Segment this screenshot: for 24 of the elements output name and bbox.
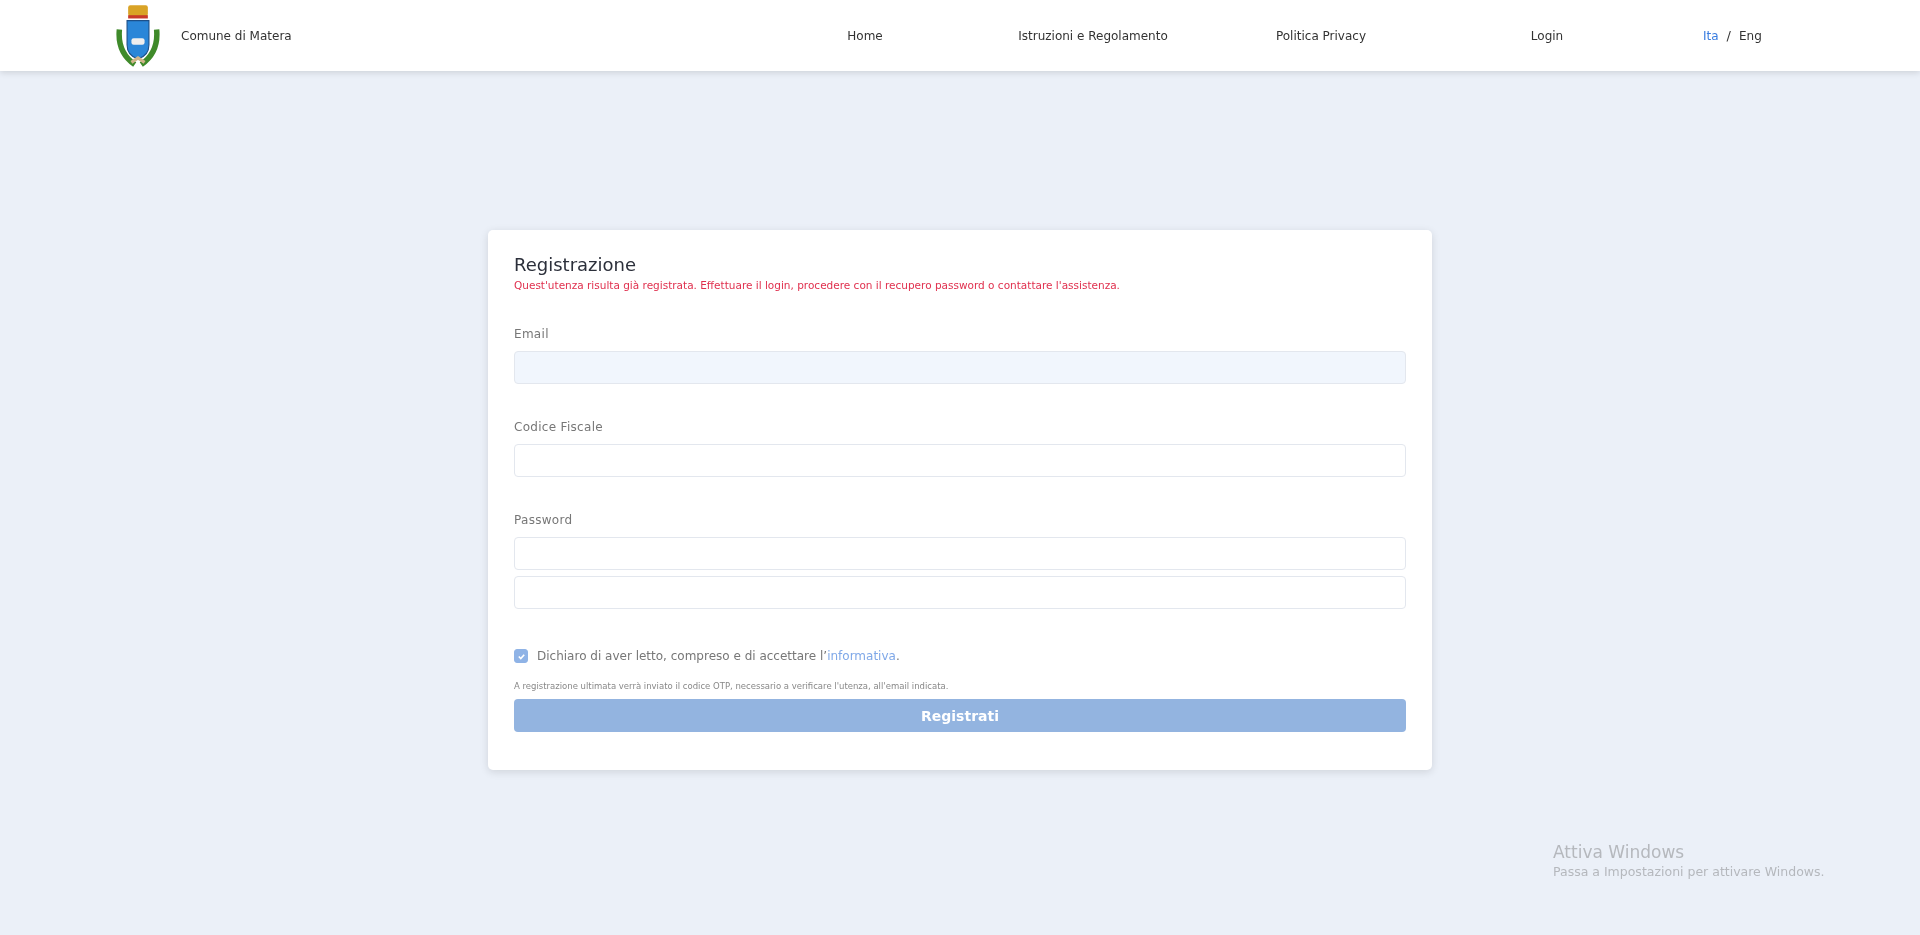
- input-field[interactable]: [514, 351, 1406, 384]
- consent-text: Dichiaro di aver letto, compreso e di accettare l’informativa.: [537, 649, 900, 663]
- nav-link[interactable]: Home: [755, 28, 975, 43]
- otp-note: A registrazione ultimata verrà inviato il codice OTP, necessario a verificare l'utenza, all'email indicata.: [514, 681, 950, 691]
- input-field[interactable]: [514, 537, 1406, 570]
- check-icon: [516, 651, 526, 661]
- input-field[interactable]: [514, 444, 1406, 477]
- language-separator: /: [1726, 28, 1731, 43]
- field-label: Email: [514, 327, 550, 341]
- nav-link[interactable]: Login: [1431, 28, 1663, 43]
- field-label: Password: [514, 513, 574, 527]
- form-title: Registrazione: [514, 254, 637, 275]
- nav-link[interactable]: Politica Privacy: [1211, 28, 1431, 43]
- error-message: Quest'utenza risulta già registrata. Effettuare il login, procedere con il recupero password o contattare l'assistenza.: [514, 279, 1121, 291]
- nav-link[interactable]: Istruzioni e Regolamento: [975, 28, 1211, 43]
- field-label: Codice Fiscale: [514, 420, 604, 434]
- activation-subtitle: Passa a Impostazioni per attivare Windows.: [1553, 864, 1825, 879]
- language-link[interactable]: Ita: [1703, 28, 1719, 43]
- language-link[interactable]: Eng: [1739, 28, 1762, 43]
- input-field[interactable]: [514, 576, 1406, 609]
- activation-title: Attiva Windows: [1553, 842, 1686, 862]
- consent-checkbox[interactable]: [514, 649, 528, 663]
- brand-name: Comune di Matera: [181, 28, 292, 43]
- coat-of-arms-logo: [115, 2, 161, 69]
